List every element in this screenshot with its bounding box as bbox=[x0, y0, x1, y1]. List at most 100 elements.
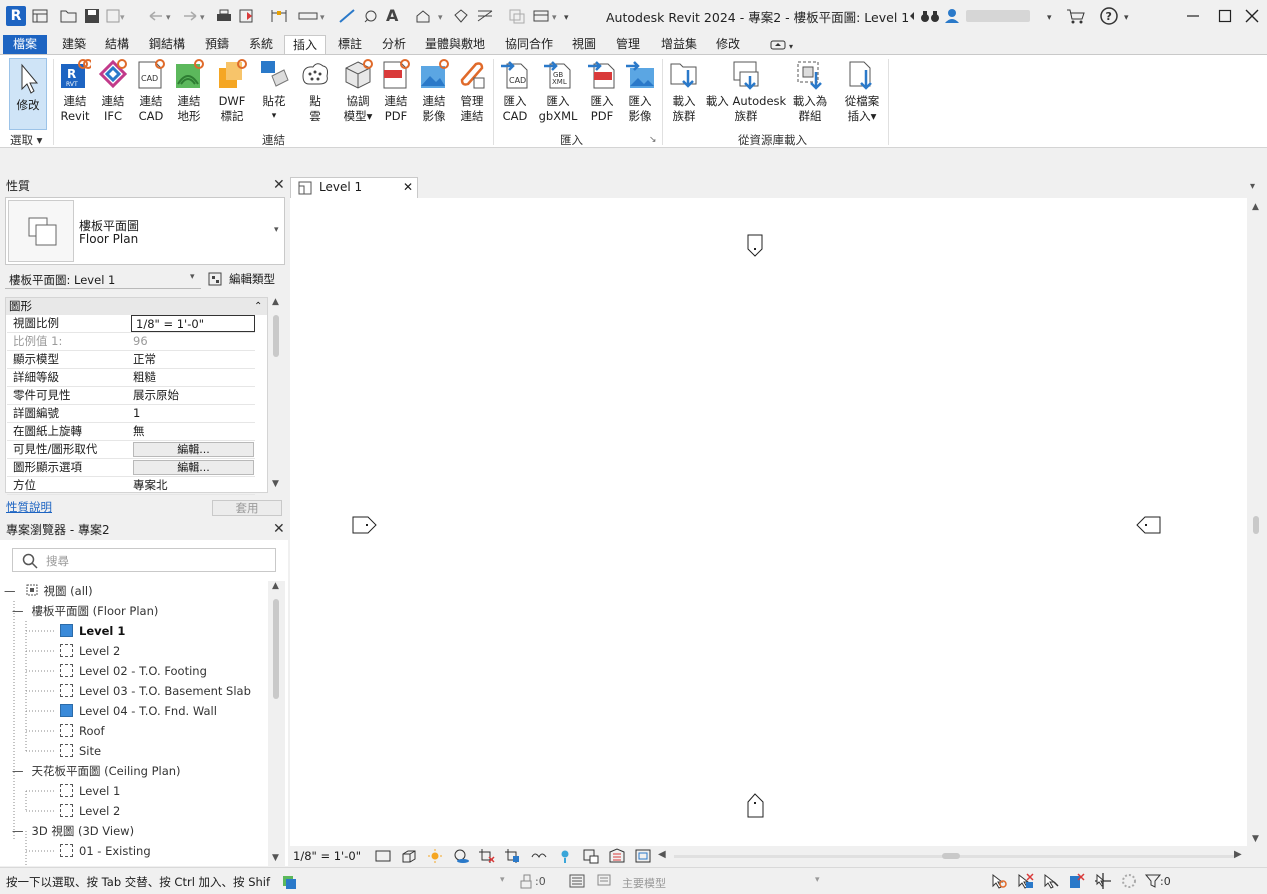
tab-structure[interactable]: 結構 bbox=[100, 35, 134, 54]
minimize-button[interactable] bbox=[1186, 6, 1200, 26]
binoculars-search-icon[interactable] bbox=[920, 6, 940, 26]
hscroll-left-arrow-icon[interactable]: ◀ bbox=[658, 849, 666, 860]
scroll-up-arrow-icon[interactable]: ▲ bbox=[272, 581, 279, 591]
tab-view[interactable]: 視圖 bbox=[566, 35, 602, 54]
temporary-view-properties-icon[interactable] bbox=[582, 848, 600, 864]
apply-button[interactable]: 套用 bbox=[212, 500, 282, 516]
select-underlay-icon[interactable] bbox=[1016, 872, 1034, 890]
property-row-rotation-on-sheet[interactable]: 在圖紙上旋轉 無 bbox=[7, 423, 255, 441]
tab-analyze[interactable]: 分析 bbox=[376, 35, 412, 54]
tree-item-ceiling-level-1[interactable]: Level 1 bbox=[60, 781, 120, 801]
shadows-icon[interactable] bbox=[452, 848, 470, 864]
coordination-model-button[interactable]: 協調 模型▾ bbox=[338, 58, 378, 123]
save-icon[interactable] bbox=[84, 6, 100, 26]
edit-type-button[interactable]: 編輯類型 bbox=[207, 270, 275, 288]
import-pdf-button[interactable]: 匯入 PDF bbox=[584, 58, 620, 123]
elevation-marker-west[interactable] bbox=[352, 516, 378, 534]
property-row-parts-visibility[interactable]: 零件可見性 展示原始 bbox=[7, 387, 255, 405]
collapse-toggle[interactable]: — bbox=[12, 604, 24, 618]
canvas-vertical-scrollbar[interactable]: ▲ ▼ bbox=[1247, 198, 1267, 846]
tree-item-level-04[interactable]: Level 04 - T.O. Fnd. Wall bbox=[60, 701, 217, 721]
maximize-button[interactable] bbox=[1218, 6, 1232, 26]
load-family-button[interactable]: 載入 族群 bbox=[666, 58, 702, 123]
crop-view-icon[interactable] bbox=[478, 848, 496, 864]
visibility-graphics-edit-button[interactable]: 編輯... bbox=[133, 442, 254, 457]
modify-button[interactable]: 修改 bbox=[9, 58, 47, 130]
graphic-display-edit-button[interactable]: 編輯... bbox=[133, 460, 254, 475]
type-dropdown-icon[interactable]: ▾ bbox=[274, 225, 279, 235]
tree-node-views-root[interactable]: — 視圖 (all) bbox=[4, 581, 93, 601]
view-tab-close-icon[interactable]: ✕ bbox=[403, 180, 413, 194]
detail-line-icon[interactable] bbox=[338, 6, 356, 26]
link-topography-button[interactable]: 連結 地形 bbox=[171, 58, 207, 123]
tab-modify[interactable]: 修改 bbox=[710, 35, 746, 54]
tree-item-level-03[interactable]: Level 03 - T.O. Basement Slab bbox=[60, 681, 251, 701]
tree-item-ceiling-level-2[interactable]: Level 2 bbox=[60, 801, 120, 821]
point-cloud-button[interactable]: 點 雲 bbox=[297, 58, 333, 123]
ribbon-display-toggle[interactable]: ▾ bbox=[768, 35, 800, 54]
browser-scrollbar[interactable]: ▲ ▼ bbox=[268, 581, 285, 866]
close-button[interactable] bbox=[1245, 6, 1259, 26]
tab-insert[interactable]: 插入 bbox=[284, 35, 326, 54]
main-model-icon[interactable] bbox=[596, 873, 612, 889]
collapse-toggle[interactable]: — bbox=[12, 824, 24, 838]
tab-steel[interactable]: 鋼結構 bbox=[144, 35, 190, 54]
tab-manage[interactable]: 管理 bbox=[610, 35, 646, 54]
scroll-up-arrow-icon[interactable]: ▲ bbox=[1252, 202, 1259, 212]
tree-item-3d-existing[interactable]: 01 - Existing bbox=[60, 841, 151, 861]
property-row-detail-number[interactable]: 詳圖編號 1 bbox=[7, 405, 255, 423]
default-3d-view-icon[interactable]: ▾ bbox=[414, 6, 448, 26]
properties-scrollbar[interactable]: ▲ ▼ bbox=[268, 297, 285, 493]
import-image-button[interactable]: 匯入 影像 bbox=[622, 58, 658, 123]
collapse-toggle[interactable]: — bbox=[12, 764, 24, 778]
help-icon[interactable]: ? ▾ bbox=[1100, 6, 1134, 26]
view-scale-input[interactable]: 1/8" = 1'-0" bbox=[131, 315, 255, 332]
load-autodesk-family-button[interactable]: 載入 Autodesk 族群 bbox=[704, 58, 788, 123]
link-image-button[interactable]: 連結 影像 bbox=[416, 58, 452, 123]
export-icon[interactable] bbox=[238, 6, 256, 26]
view-tabs-menu-icon[interactable]: ▾ bbox=[1250, 181, 1255, 192]
close-hidden-windows-icon[interactable] bbox=[508, 6, 526, 26]
worksets-icon[interactable] bbox=[518, 873, 534, 889]
elevation-marker-north[interactable] bbox=[747, 234, 765, 258]
reveal-hidden-icon[interactable] bbox=[556, 848, 574, 864]
panel-select[interactable]: 選取 ▾ bbox=[10, 132, 42, 148]
load-as-group-button[interactable]: 載入為 群組 bbox=[790, 58, 830, 123]
sun-path-icon[interactable] bbox=[426, 848, 444, 864]
highlight-displacement-icon[interactable] bbox=[634, 848, 652, 864]
cart-icon[interactable] bbox=[1066, 6, 1086, 26]
status-dropdown-icon[interactable]: ▾ bbox=[500, 875, 505, 885]
measure-icon[interactable]: ▾ bbox=[298, 6, 330, 26]
scroll-down-arrow-icon[interactable]: ▼ bbox=[1252, 834, 1259, 844]
project-browser-close-icon[interactable]: ✕ bbox=[273, 521, 285, 537]
tree-item-level-1[interactable]: Level 1 bbox=[60, 621, 125, 641]
tab-file[interactable]: 檔案 bbox=[3, 35, 47, 54]
design-options-icon[interactable] bbox=[280, 873, 296, 889]
import-gbxml-button[interactable]: GB XML 匯入 gbXML bbox=[535, 58, 581, 123]
collapse-toggle[interactable]: — bbox=[4, 584, 16, 598]
decal-button[interactable]: 貼花 ▾ bbox=[256, 58, 292, 123]
instance-selector[interactable]: 樓板平面圖: Level 1 ▾ bbox=[5, 269, 201, 289]
redo-icon[interactable]: ▾ bbox=[180, 6, 208, 26]
show-analytical-model-icon[interactable] bbox=[608, 848, 626, 864]
visual-style-icon[interactable] bbox=[400, 848, 418, 864]
tree-node-ceiling-plans[interactable]: — 天花板平面圖 (Ceiling Plan) bbox=[12, 761, 181, 781]
link-cad-button[interactable]: CAD 連結 CAD bbox=[133, 58, 169, 123]
detail-level-icon[interactable] bbox=[374, 848, 392, 864]
tag-icon[interactable] bbox=[362, 6, 380, 26]
select-pinned-icon[interactable] bbox=[1042, 872, 1060, 890]
print-icon[interactable] bbox=[215, 6, 233, 26]
import-cad-button[interactable]: CAD 匯入 CAD bbox=[497, 58, 533, 123]
properties-close-icon[interactable]: ✕ bbox=[273, 177, 285, 193]
link-revit-button[interactable]: R RVT 連結 Revit bbox=[56, 58, 94, 123]
import-settings-launcher-icon[interactable]: ↘ bbox=[649, 135, 657, 145]
tab-massing-site[interactable]: 量體與敷地 bbox=[420, 35, 490, 54]
editable-only-icon[interactable] bbox=[569, 873, 585, 889]
tab-precast[interactable]: 預鑄 bbox=[199, 35, 235, 54]
property-row-display-model[interactable]: 顯示模型 正常 bbox=[7, 351, 255, 369]
tab-systems[interactable]: 系統 bbox=[243, 35, 279, 54]
home-icon[interactable] bbox=[32, 6, 48, 26]
section-icon[interactable] bbox=[452, 6, 470, 26]
elevation-marker-east[interactable] bbox=[1135, 516, 1161, 534]
view-tab-level-1[interactable]: Level 1 ✕ bbox=[290, 177, 418, 198]
